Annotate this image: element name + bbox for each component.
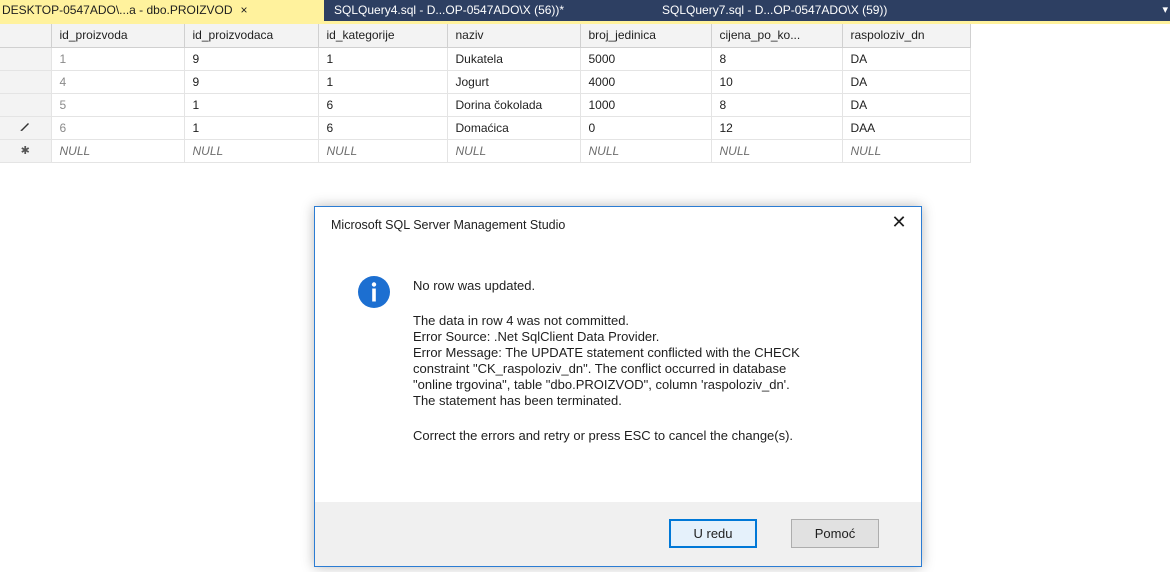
pencil-icon — [20, 123, 30, 131]
tab-label: DESKTOP-0547ADO\...a - dbo.PROIZVOD — [2, 3, 233, 17]
grid-cell[interactable]: 1 — [184, 93, 319, 117]
grid-cell[interactable]: 1 — [184, 116, 319, 140]
grid-cell[interactable]: 1000 — [580, 93, 712, 117]
dialog-line: constraint "CK_raspoloziv_dn". The confl… — [413, 361, 787, 376]
column-header[interactable]: cijena_po_ko... — [711, 24, 843, 48]
column-header[interactable]: id_kategorije — [318, 24, 448, 48]
tab-label: SQLQuery4.sql - D...OP-0547ADO\X (56))* — [334, 3, 565, 17]
close-icon[interactable]: × — [241, 3, 248, 17]
dialog-line: The statement has been terminated. — [413, 393, 622, 408]
grid-cell[interactable]: DA — [842, 93, 971, 117]
tab-overflow-icon[interactable]: ▾ — [1162, 0, 1168, 21]
grid-cell[interactable]: 1 — [318, 47, 448, 71]
tab-sqlquery7[interactable]: SQLQuery7.sql - D...OP-0547ADO\X (59)) — [656, 0, 893, 21]
row-selector-header[interactable] — [0, 24, 52, 48]
grid-cell[interactable]: NULL — [184, 139, 319, 163]
grid-cell[interactable]: NULL — [447, 139, 581, 163]
grid-cell[interactable]: 5000 — [580, 47, 712, 71]
grid-cell[interactable]: 10 — [711, 70, 843, 94]
grid-cell[interactable]: 6 — [318, 93, 448, 117]
dialog-message: No row was updated. The data in row 4 wa… — [413, 278, 893, 444]
grid-cell[interactable]: NULL — [318, 139, 448, 163]
row-selector[interactable]: ✱ — [0, 139, 52, 163]
tab-sqlquery4[interactable]: SQLQuery4.sql - D...OP-0547ADO\X (56))* — [328, 0, 570, 21]
grid-cell[interactable]: 4000 — [580, 70, 712, 94]
column-header[interactable]: id_proizvoda — [51, 24, 185, 48]
grid-cell-edited[interactable]: DAA — [842, 116, 971, 140]
dialog-footer-note: Correct the errors and retry or press ES… — [413, 428, 794, 443]
table-row[interactable]: 4 9 1 Jogurt 4000 10 DA — [0, 70, 971, 94]
grid-cell[interactable]: 9 — [184, 70, 319, 94]
grid-cell[interactable]: 6 — [51, 116, 185, 140]
dialog-line: "online trgovina", table "dbo.PROIZVOD",… — [413, 377, 790, 392]
grid-cell[interactable]: 8 — [711, 93, 843, 117]
grid-cell[interactable]: 5 — [51, 93, 185, 117]
grid-cell[interactable]: 12 — [711, 116, 843, 140]
grid-cell[interactable]: 6 — [318, 116, 448, 140]
table-row[interactable]: 5 1 6 Dorina čokolada 1000 8 DA — [0, 93, 971, 117]
close-icon[interactable]: ✕ — [889, 212, 909, 232]
new-row-asterisk-icon: ✱ — [20, 145, 30, 157]
column-header[interactable]: naziv — [447, 24, 581, 48]
row-selector[interactable] — [0, 116, 52, 140]
grid-cell[interactable]: 0 — [580, 116, 712, 140]
column-header[interactable]: id_proizvodaca — [184, 24, 319, 48]
grid-cell[interactable]: Domaćica — [447, 116, 581, 140]
tab-label: SQLQuery7.sql - D...OP-0547ADO\X (59)) — [662, 3, 888, 17]
column-header[interactable]: raspoloziv_dn — [842, 24, 971, 48]
grid-cell[interactable]: DA — [842, 47, 971, 71]
table-row[interactable]: 1 9 1 Dukatela 5000 8 DA — [0, 47, 971, 71]
info-icon — [358, 276, 390, 308]
grid-cell[interactable]: Dorina čokolada — [447, 93, 581, 117]
error-dialog: Microsoft SQL Server Management Studio ✕… — [314, 206, 922, 567]
table-row-new[interactable]: ✱ NULL NULL NULL NULL NULL NULL NULL — [0, 139, 971, 163]
grid-cell[interactable]: 1 — [51, 47, 185, 71]
grid-cell[interactable]: 1 — [318, 70, 448, 94]
table-row-editing[interactable]: 6 1 6 Domaćica 0 12 DAA — [0, 116, 971, 140]
document-tab-bar: DESKTOP-0547ADO\...a - dbo.PROIZVOD × SQL… — [0, 0, 1170, 21]
grid-cell[interactable]: NULL — [711, 139, 843, 163]
dialog-button-bar: U redu Pomoć — [315, 502, 921, 566]
help-button[interactable]: Pomoć — [791, 519, 879, 548]
grid-cell[interactable]: 8 — [711, 47, 843, 71]
grid-cell[interactable]: 4 — [51, 70, 185, 94]
grid-cell[interactable]: NULL — [842, 139, 971, 163]
dialog-line: The data in row 4 was not committed. — [413, 313, 630, 328]
row-selector[interactable] — [0, 70, 52, 94]
grid-header-row: id_proizvoda id_proizvodaca id_kategorij… — [0, 24, 971, 48]
grid-cell[interactable]: NULL — [51, 139, 185, 163]
grid-cell[interactable]: DA — [842, 70, 971, 94]
dialog-line: Error Message: The UPDATE statement conf… — [413, 345, 800, 360]
grid-cell[interactable]: NULL — [580, 139, 712, 163]
row-selector[interactable] — [0, 93, 52, 117]
grid-cell[interactable]: 9 — [184, 47, 319, 71]
results-grid: id_proizvoda id_proizvodaca id_kategorij… — [0, 24, 971, 163]
grid-cell[interactable]: Dukatela — [447, 47, 581, 71]
dialog-title: Microsoft SQL Server Management Studio — [331, 218, 566, 232]
dialog-line: Error Source: .Net SqlClient Data Provid… — [413, 329, 660, 344]
ok-button[interactable]: U redu — [669, 519, 757, 548]
column-header[interactable]: broj_jedinica — [580, 24, 712, 48]
grid-cell[interactable]: Jogurt — [447, 70, 581, 94]
row-selector[interactable] — [0, 47, 52, 71]
dialog-heading: No row was updated. — [413, 278, 536, 293]
tab-proizvod-table[interactable]: DESKTOP-0547ADO\...a - dbo.PROIZVOD × — [0, 0, 324, 21]
